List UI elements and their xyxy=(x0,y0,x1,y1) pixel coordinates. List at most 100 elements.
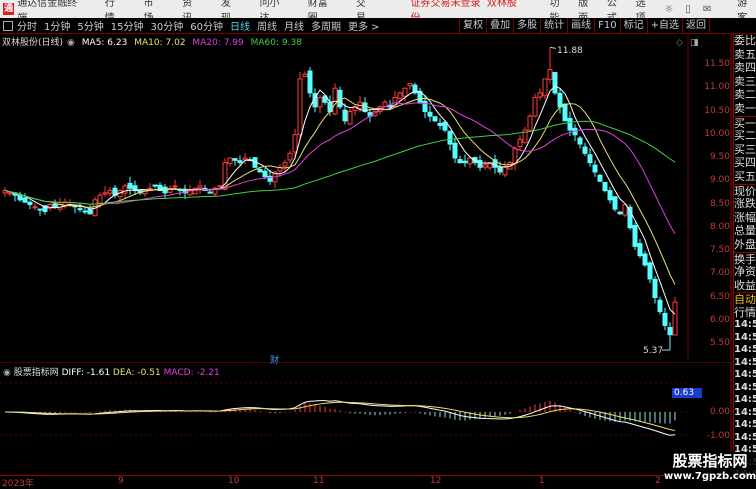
watermark-title: 股票指标网 xyxy=(672,452,748,470)
period-more[interactable]: 更多 > xyxy=(348,18,380,33)
period-daily[interactable]: 日线 xyxy=(230,18,250,33)
period-multi[interactable]: 多周期 xyxy=(311,18,341,33)
candle xyxy=(582,146,588,154)
candle xyxy=(317,97,323,108)
ma-info: 双林股份(日线) ◉ MA5: 6.23 MA10: 7.02 MA20: 7.9… xyxy=(2,35,306,48)
mark-button[interactable]: 标记 xyxy=(619,18,647,34)
finance-event-marker[interactable]: 财 xyxy=(270,353,279,366)
mobile-icon[interactable]: ▯ xyxy=(685,4,691,15)
draw-button[interactable]: 画线 xyxy=(567,18,594,34)
f10-button[interactable]: F10 xyxy=(594,18,619,34)
candle xyxy=(237,160,243,164)
price-axis-label: 10.00 xyxy=(704,128,730,139)
ma5-line xyxy=(4,85,676,315)
back-button[interactable]: 返回 xyxy=(682,18,710,34)
candle xyxy=(242,157,248,161)
multi-stock-button[interactable]: 多股 xyxy=(513,18,540,34)
candle xyxy=(37,208,43,211)
candle xyxy=(292,134,298,153)
period-intraday[interactable]: 分时 xyxy=(17,18,37,33)
quote-field-label: 总量 xyxy=(734,224,756,238)
candle xyxy=(612,196,618,210)
settings-icon[interactable]: ◉ xyxy=(67,38,75,48)
candle xyxy=(617,211,623,215)
overlay-button[interactable]: 叠加 xyxy=(486,18,513,34)
candle xyxy=(432,116,438,122)
candle xyxy=(637,243,643,257)
macd-chart[interactable] xyxy=(0,362,732,475)
quote-field-label: 现价 xyxy=(734,183,756,198)
candle xyxy=(402,87,408,97)
price-axis-label: 6.50 xyxy=(709,291,730,302)
candle xyxy=(397,92,403,99)
login-status-text: 证券交易未登录 xyxy=(410,0,481,9)
candle xyxy=(307,70,313,94)
candle xyxy=(172,185,178,188)
candle xyxy=(482,164,488,168)
quote-field-label[interactable]: 行情 xyxy=(734,306,756,320)
quote-field-label[interactable]: 自动 xyxy=(734,292,756,306)
quote-field-label: 净资 xyxy=(734,265,756,279)
price-axis-label: 11.50 xyxy=(704,59,730,69)
candle xyxy=(672,301,678,336)
quote-field-label: 卖二 xyxy=(734,88,756,102)
candle xyxy=(602,181,608,192)
period-monthly[interactable]: 月线 xyxy=(284,18,304,33)
panel-toggle-icon[interactable] xyxy=(3,20,13,31)
candle xyxy=(647,262,653,280)
candle xyxy=(82,210,88,213)
tick-time: 14:50 xyxy=(734,394,756,406)
price-axis-label: 9.00 xyxy=(709,175,730,186)
quote-field-label: 涨跌 xyxy=(734,197,756,211)
candle xyxy=(557,92,563,108)
candle xyxy=(562,103,568,122)
period-weekly[interactable]: 周线 xyxy=(257,18,277,33)
candle xyxy=(297,78,303,135)
period-5min[interactable]: 5分钟 xyxy=(77,18,103,33)
price-axis-label: 5.50 xyxy=(709,338,730,348)
high-price-label: 11.88 xyxy=(557,46,583,56)
candle xyxy=(662,312,668,326)
panel-icon[interactable]: ◨ xyxy=(690,38,699,48)
period-60min[interactable]: 60分钟 xyxy=(190,18,223,33)
candle xyxy=(262,170,268,178)
candle xyxy=(287,152,293,161)
ma60-value: MA60: 9.38 xyxy=(250,38,302,48)
candle xyxy=(407,83,413,87)
settings-icon[interactable]: ◉ xyxy=(3,368,11,378)
candle xyxy=(147,187,153,190)
dea-value: DEA: -0.51 xyxy=(112,368,161,378)
diamond-icon[interactable]: ◇ xyxy=(676,38,683,48)
quote-field-label: 买四 xyxy=(734,156,756,170)
app-logo: 通 xyxy=(3,3,15,15)
candle xyxy=(27,201,33,205)
message-icon[interactable]: ✉ xyxy=(703,4,711,15)
candle xyxy=(657,299,663,312)
adjust-button[interactable]: 复权 xyxy=(459,18,486,34)
high-pointer xyxy=(549,46,557,49)
diff-line xyxy=(4,400,676,436)
quote-field-label: 委比 xyxy=(734,34,756,47)
price-axis-label: 10.50 xyxy=(704,105,730,116)
quote-field-label: 卖四 xyxy=(734,61,756,75)
stats-button[interactable]: 统计 xyxy=(540,18,567,34)
quote-field-label: 买五 xyxy=(734,169,756,183)
candle xyxy=(607,190,613,201)
period-30min[interactable]: 30分钟 xyxy=(150,18,183,33)
candle xyxy=(342,109,348,122)
date-axis: 2023年 9 10 11 12 1 2 xyxy=(0,475,730,489)
candle xyxy=(527,115,533,131)
candle xyxy=(87,209,93,215)
candle xyxy=(597,174,603,182)
price-axis-label: 7.00 xyxy=(709,268,730,279)
price-chart[interactable] xyxy=(0,34,732,360)
price-axis-label: 8.00 xyxy=(709,221,730,232)
add-watchlist-button[interactable]: +自选 xyxy=(646,18,682,34)
candle xyxy=(537,92,543,98)
period-15min[interactable]: 15分钟 xyxy=(111,18,144,33)
skin-icon[interactable]: ☼ xyxy=(664,4,673,15)
quote-field-label: 换手 xyxy=(734,251,756,266)
period-1min[interactable]: 1分钟 xyxy=(44,18,70,33)
candle xyxy=(532,97,538,117)
candle xyxy=(497,167,503,173)
